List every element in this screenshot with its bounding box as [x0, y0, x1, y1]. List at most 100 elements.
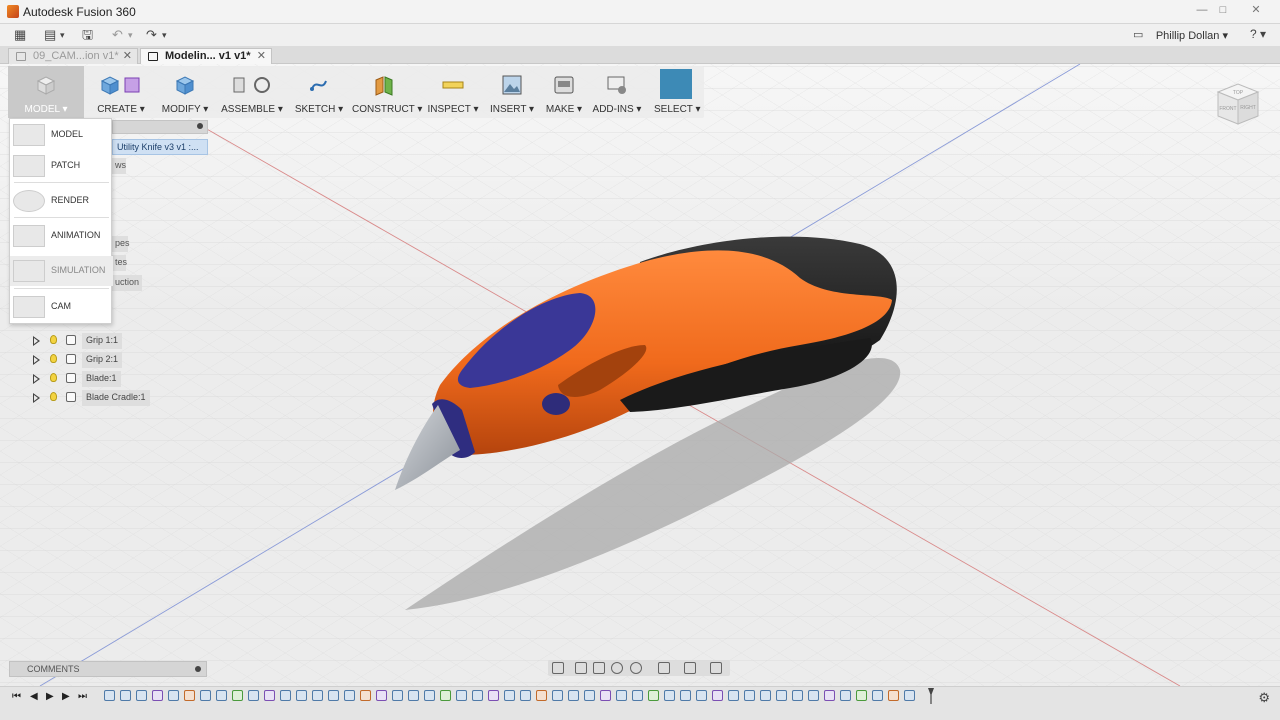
browser-component-grip2[interactable]: Grip 2:1: [30, 351, 160, 369]
timeline-feature-icon[interactable]: [344, 690, 355, 701]
fit-icon[interactable]: [630, 662, 642, 674]
browser-node-fragment[interactable]: tes: [112, 255, 127, 271]
close-window-button[interactable]: ✕: [1248, 3, 1264, 17]
timeline-feature-icon[interactable]: [792, 690, 803, 701]
help-menu-icon[interactable]: ? ▾: [1250, 27, 1266, 41]
timeline-feature-icon[interactable]: [776, 690, 787, 701]
visibility-bulb-icon[interactable]: [50, 373, 57, 382]
sketch-menu[interactable]: SKETCH ▾: [294, 66, 344, 118]
timeline-feature-icon[interactable]: [904, 690, 915, 701]
timeline-feature-icon[interactable]: [184, 690, 195, 701]
data-panel-grid-icon[interactable]: ▦: [14, 27, 26, 43]
timeline-feature-icon[interactable]: [440, 690, 451, 701]
close-tab-icon[interactable]: ✕: [123, 49, 132, 62]
browser-root-node[interactable]: Utility Knife v3 v1 :...: [112, 139, 208, 155]
workspace-option-patch[interactable]: PATCH: [10, 151, 113, 181]
workspace-option-render[interactable]: RENDER: [10, 186, 113, 216]
timeline-feature-icon[interactable]: [856, 690, 867, 701]
browser-node-fragment[interactable]: uction: [112, 275, 142, 291]
timeline-feature-icon[interactable]: [152, 690, 163, 701]
close-tab-icon[interactable]: ✕: [257, 49, 266, 62]
timeline-feature-icon[interactable]: [648, 690, 659, 701]
timeline-feature-icon[interactable]: [840, 690, 851, 701]
expand-arrow-icon[interactable]: [33, 355, 40, 365]
browser-node-fragment[interactable]: ws: [112, 158, 126, 174]
timeline-marker-icon[interactable]: [928, 688, 934, 704]
timeline-feature-icon[interactable]: [312, 690, 323, 701]
timeline-feature-icon[interactable]: [584, 690, 595, 701]
timeline-feature-icon[interactable]: [360, 690, 371, 701]
modify-menu[interactable]: MODIFY ▾: [160, 66, 210, 118]
file-menu-icon[interactable]: ▤: [44, 27, 56, 43]
go-to-start-icon[interactable]: ⏮: [12, 691, 21, 703]
zoom-icon[interactable]: [611, 662, 623, 674]
redo-caret-icon[interactable]: ▾: [162, 27, 167, 43]
timeline-feature-icon[interactable]: [488, 690, 499, 701]
timeline-feature-icon[interactable]: [728, 690, 739, 701]
timeline-feature-icon[interactable]: [680, 690, 691, 701]
browser-component-grip1[interactable]: Grip 1:1: [30, 332, 160, 350]
timeline-feature-icon[interactable]: [824, 690, 835, 701]
tab-cam-document[interactable]: 09_CAM...ion v1* ✕: [8, 48, 138, 64]
workspace-option-simulation[interactable]: SIMULATION: [10, 256, 113, 286]
browser-component-blade-cradle[interactable]: Blade Cradle:1: [30, 389, 160, 407]
timeline-feature-icon[interactable]: [168, 690, 179, 701]
inspect-menu[interactable]: INSPECT ▾: [426, 66, 480, 118]
expand-arrow-icon[interactable]: [33, 336, 40, 346]
timeline-feature-icon[interactable]: [744, 690, 755, 701]
create-menu[interactable]: CREATE ▾: [92, 66, 150, 118]
browser-header[interactable]: [112, 120, 208, 134]
workspace-option-model[interactable]: MODEL: [10, 120, 113, 150]
notifications-icon[interactable]: ▭: [1133, 27, 1143, 43]
expand-arrow-icon[interactable]: [33, 393, 40, 403]
undo-icon[interactable]: ↶: [112, 27, 123, 43]
timeline-feature-icon[interactable]: [376, 690, 387, 701]
timeline-feature-icon[interactable]: [808, 690, 819, 701]
save-icon[interactable]: 🖫: [82, 27, 93, 43]
timeline-feature-icon[interactable]: [120, 690, 131, 701]
timeline-feature-icon[interactable]: [504, 690, 515, 701]
timeline-feature-icon[interactable]: [760, 690, 771, 701]
undo-caret-icon[interactable]: ▾: [128, 27, 133, 43]
go-to-end-icon[interactable]: ⏭: [78, 691, 87, 703]
timeline-feature-icon[interactable]: [536, 690, 547, 701]
pan-icon[interactable]: [593, 662, 605, 674]
timeline-feature-icon[interactable]: [472, 690, 483, 701]
display-settings-icon[interactable]: [658, 662, 670, 674]
minimize-button[interactable]: —: [1194, 3, 1210, 17]
timeline-feature-icon[interactable]: [280, 690, 291, 701]
browser-pin-icon[interactable]: [197, 123, 203, 129]
visibility-bulb-icon[interactable]: [50, 392, 57, 401]
assemble-menu[interactable]: ASSEMBLE ▾: [220, 66, 284, 118]
timeline-feature-icon[interactable]: [136, 690, 147, 701]
addins-menu[interactable]: ADD-INS ▾: [592, 66, 642, 118]
comments-pin-icon[interactable]: [195, 666, 201, 672]
comments-panel[interactable]: COMMENTS: [9, 661, 207, 677]
timeline-feature-icon[interactable]: [456, 690, 467, 701]
timeline-feature-icon[interactable]: [696, 690, 707, 701]
timeline-feature-icon[interactable]: [264, 690, 275, 701]
look-at-icon[interactable]: [575, 662, 587, 674]
orbit-icon[interactable]: [552, 662, 564, 674]
timeline-feature-icon[interactable]: [424, 690, 435, 701]
construct-menu[interactable]: CONSTRUCT ▾: [352, 66, 422, 118]
grid-settings-icon[interactable]: [710, 662, 722, 674]
timeline-feature-icon[interactable]: [408, 690, 419, 701]
timeline-feature-icon[interactable]: [888, 690, 899, 701]
play-icon[interactable]: ▶: [46, 691, 54, 703]
expand-arrow-icon[interactable]: [33, 374, 40, 384]
timeline-feature-icon[interactable]: [232, 690, 243, 701]
visibility-bulb-icon[interactable]: [50, 335, 57, 344]
timeline-feature-icon[interactable]: [296, 690, 307, 701]
timeline-feature-icon[interactable]: [200, 690, 211, 701]
timeline-feature-icon[interactable]: [568, 690, 579, 701]
timeline-feature-icon[interactable]: [248, 690, 259, 701]
timeline-feature-icon[interactable]: [552, 690, 563, 701]
timeline-feature-icon[interactable]: [872, 690, 883, 701]
maximize-button[interactable]: □: [1215, 3, 1231, 17]
timeline-settings-icon[interactable]: ⚙: [1258, 690, 1270, 706]
timeline-feature-icon[interactable]: [392, 690, 403, 701]
workspace-option-animation[interactable]: ANIMATION: [10, 221, 113, 251]
timeline-feature-icon[interactable]: [328, 690, 339, 701]
timeline-feature-icon[interactable]: [616, 690, 627, 701]
